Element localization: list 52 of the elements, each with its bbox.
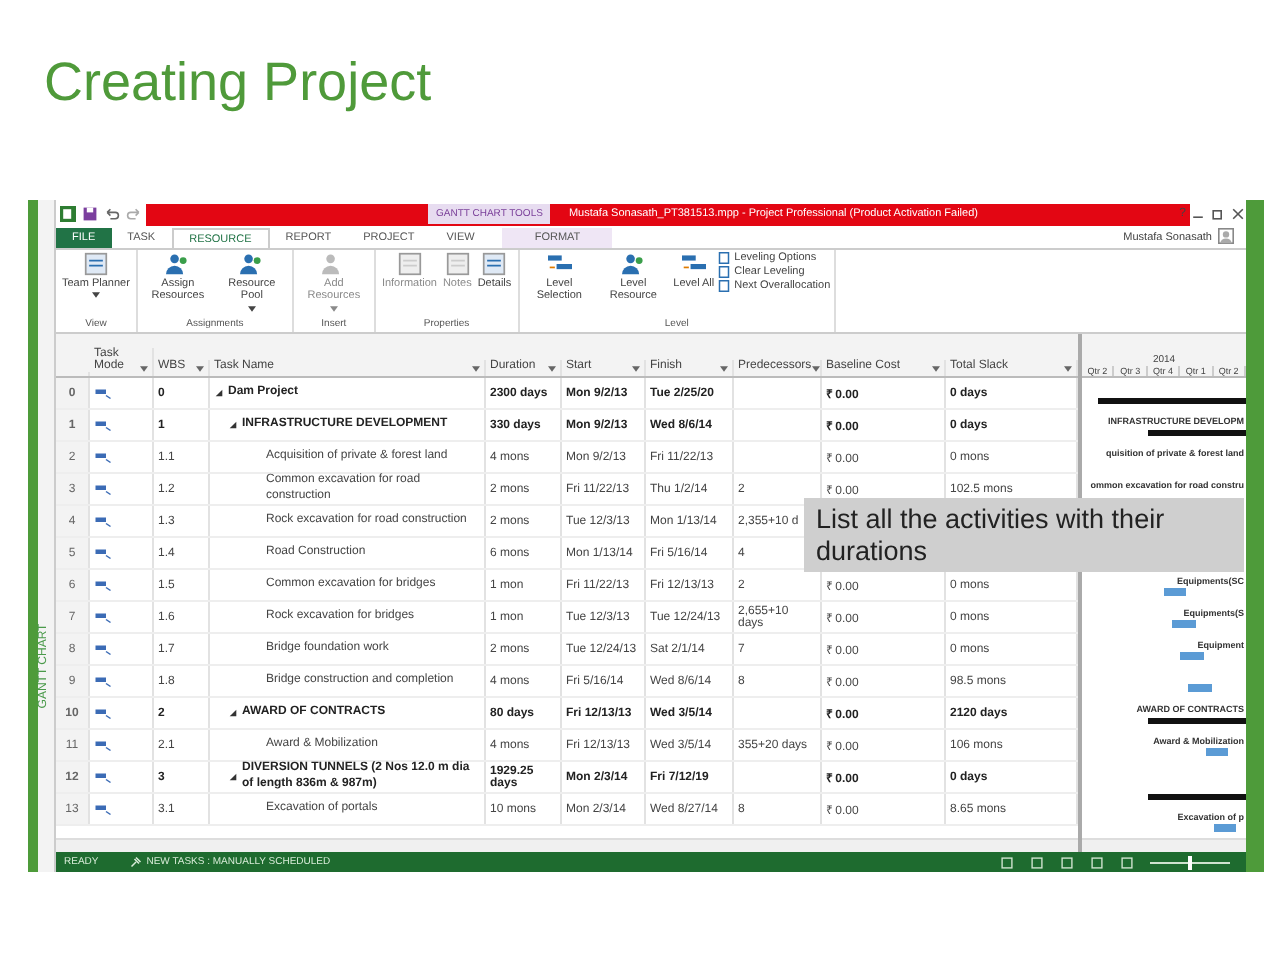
task-mode-icon <box>94 515 112 527</box>
slide-title: Creating Project <box>42 50 434 116</box>
avatar-icon <box>1218 228 1234 244</box>
task-bar[interactable] <box>1205 748 1228 756</box>
collapse-triangle-icon[interactable] <box>228 772 238 782</box>
task-mode-icon <box>94 643 112 655</box>
caret-icon <box>632 366 640 372</box>
task-mode-icon <box>94 483 112 495</box>
task-mode-icon <box>94 611 112 623</box>
caret-icon <box>720 366 728 372</box>
redo-icon[interactable] <box>126 206 142 222</box>
undo-icon[interactable] <box>104 206 120 222</box>
task-mode-icon <box>94 675 112 687</box>
collapse-triangle-icon[interactable] <box>228 708 238 718</box>
task-mode-icon <box>94 419 112 431</box>
view-icon[interactable] <box>1120 855 1134 869</box>
document-icon <box>480 252 509 276</box>
task-mode-icon <box>94 771 112 783</box>
task-mode-icon <box>94 451 112 463</box>
caret-icon <box>196 366 204 372</box>
task-mode-icon <box>94 579 112 591</box>
view-icon[interactable] <box>1060 855 1074 869</box>
restore-icon[interactable] <box>1210 206 1226 222</box>
view-icon[interactable] <box>1000 855 1014 869</box>
task-mode-icon <box>94 739 112 751</box>
scrollbar[interactable] <box>56 838 1078 852</box>
collapse-triangle-icon[interactable] <box>214 388 224 398</box>
scrollbar[interactable] <box>1082 838 1246 852</box>
task-mode-icon <box>94 707 112 719</box>
document-icon <box>81 252 110 276</box>
people-icon <box>619 252 648 276</box>
caret-icon <box>548 366 556 372</box>
task-bar[interactable] <box>1213 824 1237 832</box>
view-icon[interactable] <box>1090 855 1104 869</box>
app-logo-icon <box>60 206 76 222</box>
caret-icon <box>811 366 820 372</box>
task-bar[interactable] <box>1164 588 1187 596</box>
collapse-triangle-icon[interactable] <box>228 420 238 430</box>
caret-icon <box>932 366 940 372</box>
caret-icon <box>472 366 480 372</box>
pin-icon <box>130 856 143 868</box>
caret-icon <box>1064 366 1072 372</box>
caret-icon <box>140 366 148 372</box>
people-icon <box>237 252 266 276</box>
people-icon <box>163 252 192 276</box>
save-icon[interactable] <box>82 206 98 222</box>
view-icon[interactable] <box>1030 855 1044 869</box>
task-mode-icon <box>94 547 112 559</box>
task-mode-icon <box>94 803 112 815</box>
callout-note: List all the activities with their durations <box>804 498 1244 573</box>
close-icon[interactable] <box>1230 206 1246 222</box>
task-mode-icon <box>94 387 112 399</box>
